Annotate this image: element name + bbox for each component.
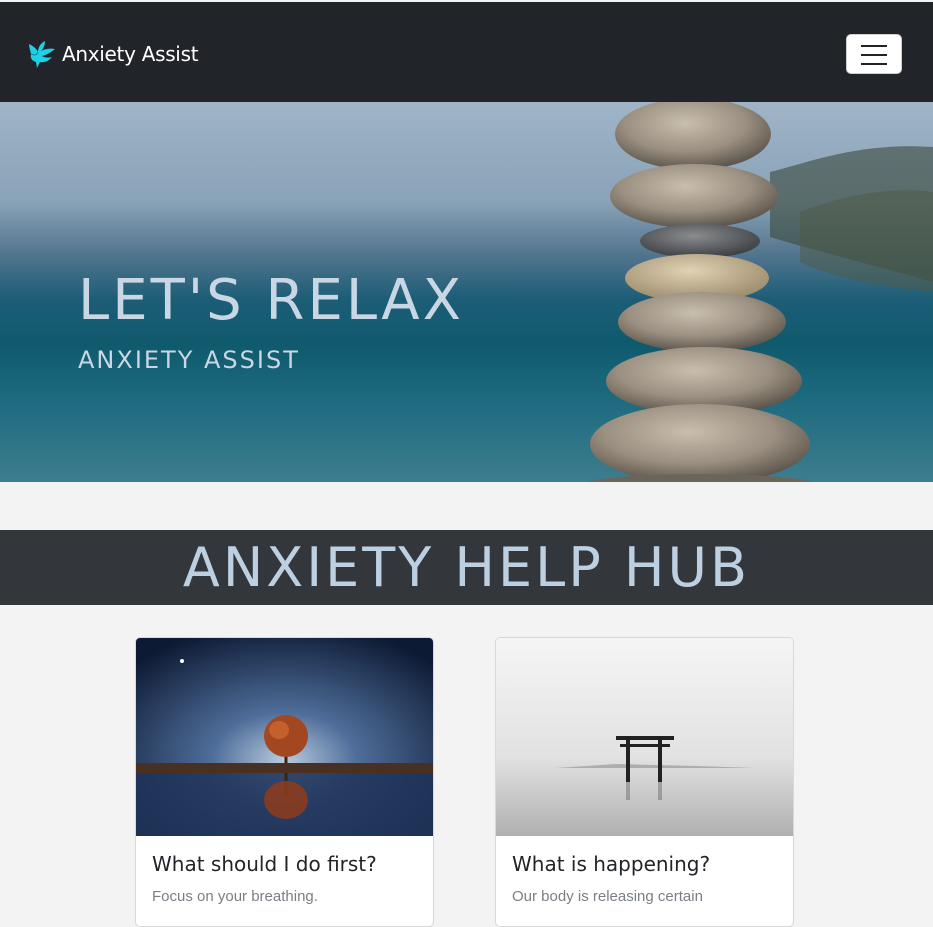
tree-reflection-image bbox=[136, 638, 433, 836]
torii-gate-image bbox=[496, 638, 793, 836]
bird-logo-icon bbox=[29, 41, 55, 68]
card-text: Focus on your breathing. bbox=[152, 888, 318, 905]
hamburger-menu-icon bbox=[861, 63, 887, 65]
menu-toggle-button[interactable] bbox=[846, 34, 902, 74]
card-title: What should I do first? bbox=[152, 852, 377, 876]
hero-banner: LET'S RELAX ANXIETY ASSIST bbox=[0, 102, 933, 482]
brand-link[interactable]: Anxiety Assist bbox=[26, 38, 199, 70]
card-text: Our body is releasing certain bbox=[512, 888, 703, 905]
hero-subtitle: ANXIETY ASSIST bbox=[78, 346, 300, 374]
hero-title: LET'S RELAX bbox=[78, 268, 464, 333]
card-what-is-happening[interactable]: What is happening? Our body is releasing… bbox=[495, 637, 794, 927]
navbar: Anxiety Assist bbox=[0, 2, 933, 102]
hamburger-menu-icon bbox=[861, 45, 887, 47]
hub-title: ANXIETY HELP HUB bbox=[182, 536, 751, 599]
hub-banner: ANXIETY HELP HUB bbox=[0, 530, 933, 605]
hamburger-menu-icon bbox=[861, 54, 887, 56]
card-what-to-do-first[interactable]: What should I do first? Focus on your br… bbox=[135, 637, 434, 927]
brand-name: Anxiety Assist bbox=[62, 42, 199, 66]
card-title: What is happening? bbox=[512, 852, 711, 876]
